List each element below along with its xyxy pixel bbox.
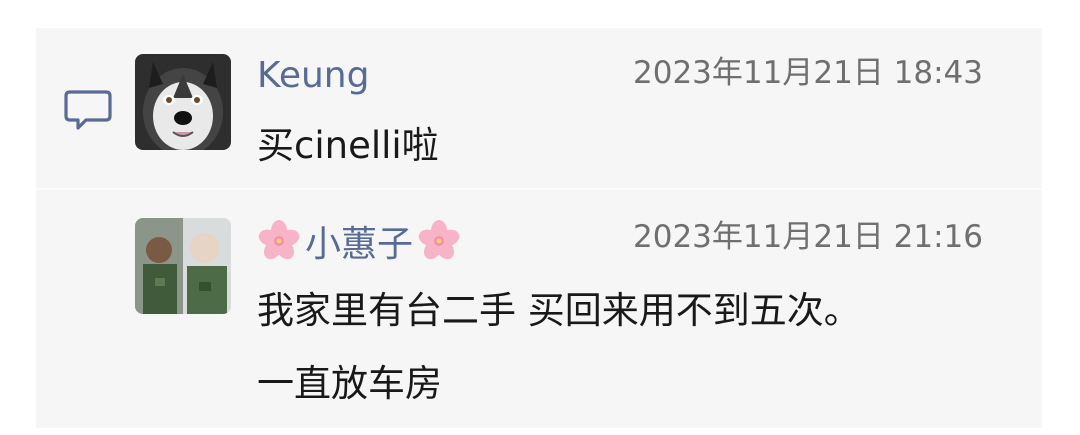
comment-timestamp: 2023年11月21日 21:16 bbox=[633, 219, 983, 255]
comment-bubble-icon bbox=[62, 86, 114, 134]
author-name-text: 小蕙子 bbox=[305, 223, 414, 265]
avatar[interactable] bbox=[135, 54, 231, 150]
comment-text-line: 一直放车房 bbox=[257, 362, 442, 405]
comment-author[interactable]: Keung bbox=[257, 58, 369, 94]
comment-divider bbox=[36, 188, 1042, 190]
cherry-blossom-icon bbox=[257, 219, 301, 270]
comment-text-line: 我家里有台二手 买回来用不到五次。 bbox=[257, 289, 861, 332]
comment-text: 买cinelli啦 bbox=[257, 124, 439, 167]
avatar[interactable] bbox=[135, 218, 231, 314]
comment-timestamp: 2023年11月21日 18:43 bbox=[633, 55, 983, 91]
cherry-blossom-icon bbox=[417, 219, 461, 270]
comment-author[interactable]: 小蕙子 bbox=[257, 219, 461, 270]
